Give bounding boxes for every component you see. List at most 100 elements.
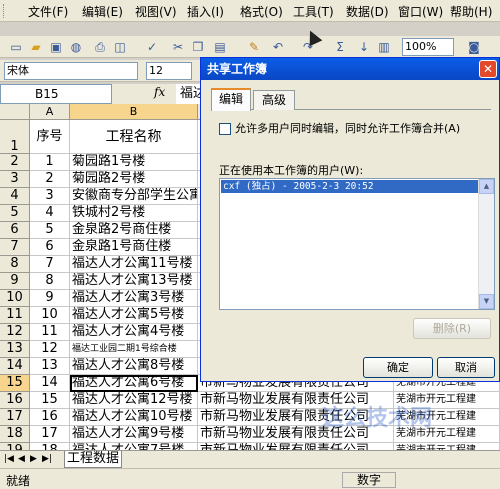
cell-project-name[interactable]: 福达人才公寓4号楼 [70,324,198,341]
cell-seq[interactable]: 18 [30,443,70,450]
menu-window[interactable]: 窗口(W) [398,3,443,20]
cut-icon[interactable]: ✂ [170,39,186,55]
print-icon[interactable]: ⎙ [92,39,108,55]
cell-project-name[interactable]: 福达人才公寓3号楼 [70,290,198,307]
row-header[interactable]: 18 [0,426,30,443]
cell-project-name[interactable]: 金泉路2号商住楼 [70,222,198,239]
row-header[interactable]: 3 [0,171,30,188]
menu-format[interactable]: 格式(O) [240,3,283,20]
cell-seq[interactable]: 17 [30,426,70,443]
remove-user-button[interactable]: 删除(R) [413,318,491,339]
cell-seq[interactable]: 9 [30,290,70,307]
cell-seq[interactable]: 7 [30,256,70,273]
cell-project-name[interactable]: 菊园路1号楼 [70,154,198,171]
header-seq[interactable]: 序号 [30,120,70,154]
cell-project-name[interactable]: 福达人才公寓8号楼 [70,358,198,375]
cell-project-name[interactable]: 福达人才公寓5号楼 [70,307,198,324]
cell-seq[interactable]: 12 [30,341,70,358]
cell-seq[interactable]: 6 [30,239,70,256]
row-header[interactable]: 12 [0,324,30,341]
undo-icon[interactable]: ↶ [270,39,286,55]
cell-project-name[interactable]: 福达人才公寓13号楼 [70,273,198,290]
header-name[interactable]: 工程名称 [70,120,198,154]
row-header[interactable]: 6 [0,222,30,239]
row-header[interactable]: 16 [0,392,30,409]
row-header[interactable]: 11 [0,307,30,324]
new-icon[interactable]: ▭ [8,39,24,55]
cell-contractor[interactable]: 芜湖市开元工程建 [394,443,500,450]
name-box[interactable]: B15 [0,84,112,104]
row-header[interactable]: 17 [0,409,30,426]
scroll-down-icon[interactable]: ▼ [479,294,494,309]
cell-project-name[interactable]: 福达人才公寓10号楼 [70,409,198,426]
cell-project-name[interactable]: 福达人才公寓12号楼 [70,392,198,409]
chart-wizard-icon[interactable]: ▥ [376,39,392,55]
font-name-select[interactable]: 宋体 [4,62,138,80]
allow-multiuser-checkbox[interactable] [219,123,231,135]
prev-sheet-icon[interactable]: ◀ [18,454,25,464]
spelling-icon[interactable]: ✓ [144,39,160,55]
row-header[interactable]: 7 [0,239,30,256]
copy-icon[interactable]: ❐ [190,39,206,55]
select-all-corner[interactable] [0,104,30,120]
column-header-b[interactable]: B [70,104,198,120]
zoom-select[interactable]: 100% [402,38,454,56]
menu-tools[interactable]: 工具(T) [293,3,334,20]
cell-project-name[interactable]: 福达人才公寓6号楼 [70,375,198,392]
row-header[interactable]: 13 [0,341,30,358]
cell-seq[interactable]: 3 [30,188,70,205]
cell-project-name[interactable]: 安徽商专分部学生公寓 [70,188,198,205]
menu-view[interactable]: 视图(V) [135,3,177,20]
menu-data[interactable]: 数据(D) [346,3,389,20]
ok-button[interactable]: 确定 [363,357,433,378]
cell-seq[interactable]: 4 [30,205,70,222]
cell-seq[interactable]: 11 [30,324,70,341]
cell-seq[interactable]: 13 [30,358,70,375]
menu-edit[interactable]: 编辑(E) [82,3,123,20]
tab-edit[interactable]: 编辑 [211,88,251,111]
row-header[interactable]: 9 [0,273,30,290]
cell-project-name[interactable]: 铁城村2号楼 [70,205,198,222]
menu-insert[interactable]: 插入(I) [187,3,224,20]
cell-project-name[interactable]: 福达人才公寓7号楼 [70,443,198,450]
row-header[interactable]: 14 [0,358,30,375]
sort-ascending-icon[interactable]: ↓ [356,39,372,55]
cell-seq[interactable]: 10 [30,307,70,324]
cell-seq[interactable]: 2 [30,171,70,188]
cell-seq[interactable]: 16 [30,409,70,426]
cell-seq[interactable]: 15 [30,392,70,409]
cell-seq[interactable]: 1 [30,154,70,171]
cell-seq[interactable]: 5 [30,222,70,239]
users-scrollbar[interactable]: ▲ ▼ [478,179,494,309]
row-header[interactable]: 4 [0,188,30,205]
last-sheet-icon[interactable]: ▶| [42,454,52,464]
menu-grip[interactable] [3,4,6,18]
cell-project-name[interactable]: 金泉路1号商住楼 [70,239,198,256]
autosum-icon[interactable]: Σ [332,39,348,55]
open-icon[interactable]: ▰ [28,39,44,55]
font-size-select[interactable]: 12 [146,62,192,80]
menu-help[interactable]: 帮助(H) [450,3,492,20]
paste-icon[interactable]: ▤ [212,39,228,55]
allow-multiuser-option[interactable]: 允许多用户同时编辑，同时允许工作簿合并(A) [219,120,460,136]
permission-icon[interactable]: ◍ [68,39,84,55]
row-header[interactable]: 1 [0,120,30,154]
camera-icon[interactable]: ◙ [466,39,482,55]
next-sheet-icon[interactable]: ▶ [30,454,37,464]
close-icon[interactable]: ✕ [479,60,497,78]
cell-project-name[interactable]: 福达工业园二期1号综合楼 [70,341,198,358]
user-entry[interactable]: cxf (独占) - 2005-2-3 20:52 [221,180,479,193]
cancel-button[interactable]: 取消 [437,357,495,378]
sheet-tab-engineering-data[interactable]: 工程数据 [64,451,122,468]
row-header[interactable]: 15 [0,375,30,392]
cell-project-name[interactable]: 福达人才公寓9号楼 [70,426,198,443]
tab-advanced[interactable]: 高级 [253,90,295,110]
cell-project-name[interactable]: 菊园路2号楼 [70,171,198,188]
row-header[interactable]: 8 [0,256,30,273]
row-header[interactable]: 19 [0,443,30,450]
save-icon[interactable]: ▣ [48,39,64,55]
cell-seq[interactable]: 8 [30,273,70,290]
row-header[interactable]: 10 [0,290,30,307]
insert-function-icon[interactable]: fx [154,85,165,99]
scroll-up-icon[interactable]: ▲ [479,179,494,194]
